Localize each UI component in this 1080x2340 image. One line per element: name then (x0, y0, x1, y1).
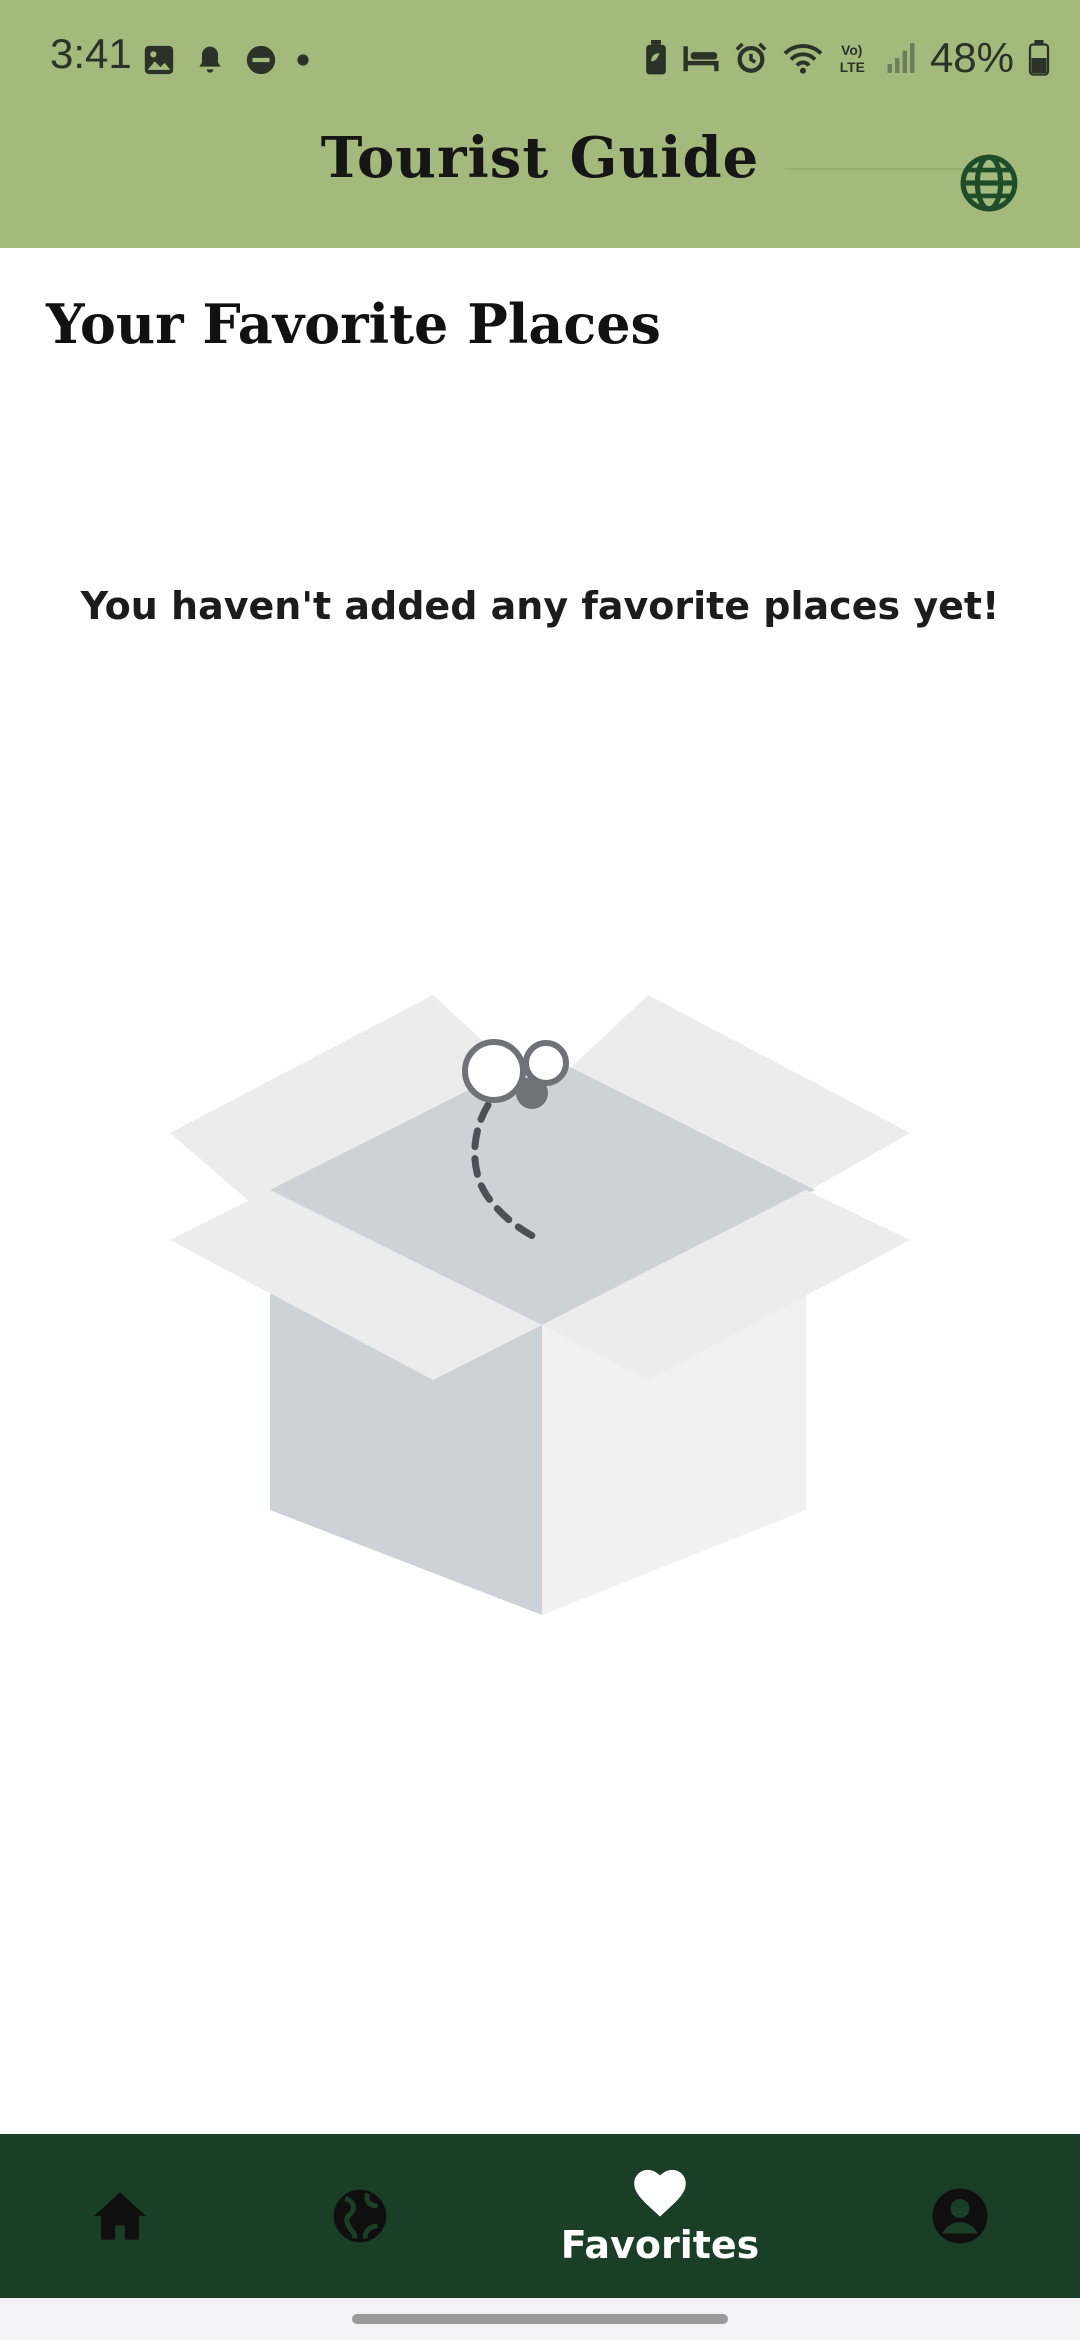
app-title: Tourist Guide (320, 125, 760, 191)
notification-bell-icon (194, 43, 226, 77)
wifi-icon (782, 41, 824, 75)
volte-icon: Vo) LTE (838, 40, 872, 76)
empty-state-message: You haven't added any favorite places ye… (80, 584, 1000, 628)
nav-explore[interactable] (310, 2134, 410, 2298)
signal-icon (886, 41, 916, 75)
battery-saver-icon (644, 40, 668, 76)
svg-text:LTE: LTE (840, 59, 865, 75)
nav-favorites[interactable]: Favorites (540, 2134, 780, 2298)
dot-icon (296, 53, 310, 67)
nav-home[interactable] (70, 2134, 170, 2298)
svg-text:Vo): Vo) (841, 42, 862, 58)
bed-icon (682, 42, 720, 74)
do-not-disturb-icon (244, 43, 278, 77)
header-divider (785, 168, 965, 170)
bottom-navigation: Favorites (0, 2134, 1080, 2298)
nav-profile[interactable] (910, 2134, 1010, 2298)
language-globe-icon[interactable] (958, 152, 1020, 214)
account-icon (930, 2186, 990, 2246)
heart-icon (630, 2165, 690, 2219)
alarm-icon (734, 41, 768, 75)
status-time: 3:41 (50, 30, 132, 77)
home-icon (91, 2190, 149, 2242)
globe-icon (330, 2186, 390, 2246)
status-bar: 3:41 Vo) LTE 48% (0, 0, 1080, 118)
nav-favorites-label: Favorites (560, 2223, 760, 2267)
page-title: Your Favorite Places (46, 292, 661, 356)
battery-percent: 48% (929, 34, 1014, 81)
empty-box-illustration (170, 995, 910, 1615)
home-gesture-handle[interactable] (352, 2314, 728, 2324)
gallery-icon (142, 43, 176, 77)
battery-icon (1028, 40, 1050, 76)
